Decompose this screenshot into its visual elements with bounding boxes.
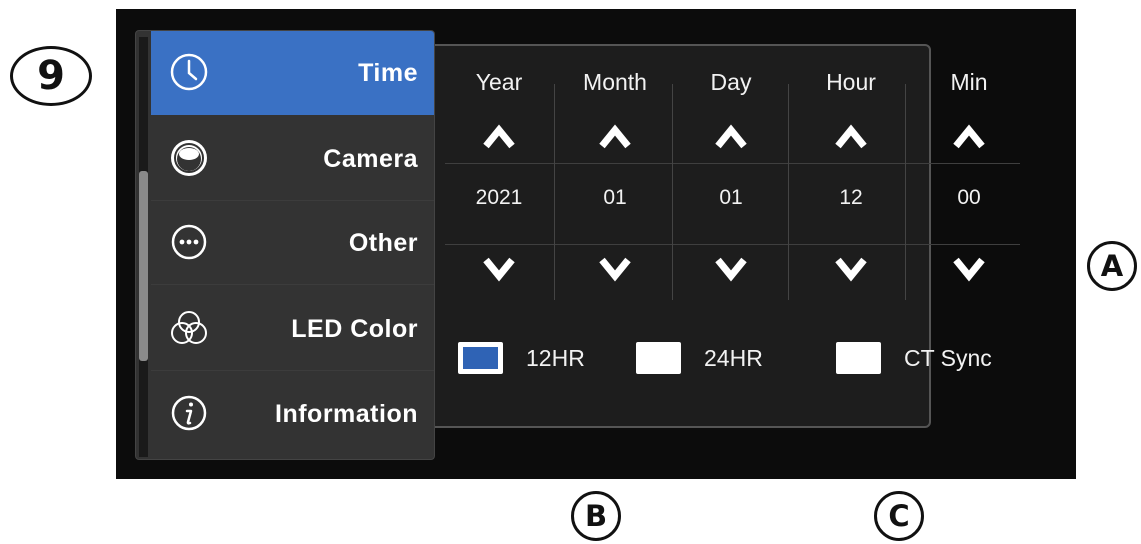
hour-value: 12 (839, 186, 863, 209)
menu-item-information[interactable]: Information (151, 372, 434, 456)
clock-icon (170, 53, 208, 91)
chevron-down-icon (835, 257, 867, 282)
minute-value: 00 (957, 186, 981, 209)
hour-up-button[interactable] (796, 122, 906, 152)
chevron-up-icon (835, 124, 867, 149)
minute-down-button[interactable] (914, 254, 1024, 284)
callout-b: B (571, 491, 621, 541)
year-down-button[interactable] (444, 254, 554, 284)
menu-label-camera: Camera (323, 145, 418, 173)
menu-item-other[interactable]: Other (151, 201, 434, 285)
month-value: 01 (603, 186, 627, 209)
divider (788, 84, 789, 300)
day-down-button[interactable] (676, 254, 786, 284)
hour-down-button[interactable] (796, 254, 906, 284)
day-up-button[interactable] (676, 122, 786, 152)
minute-label: Min (950, 69, 988, 95)
hour-label: Hour (826, 69, 876, 95)
menu-item-led-color[interactable]: LED Color (151, 287, 434, 371)
chevron-up-icon (953, 124, 985, 149)
menu-item-camera[interactable]: Camera (151, 117, 434, 201)
menu-label-led-color: LED Color (291, 315, 418, 343)
info-icon (171, 395, 207, 431)
settings-sidebar: Time Camera Other LED Color Information (135, 30, 435, 460)
chevron-down-icon (599, 257, 631, 282)
chevron-up-icon (599, 124, 631, 149)
24hr-checkbox[interactable] (636, 342, 681, 374)
rgb-circles-icon (171, 311, 207, 344)
divider (672, 84, 673, 300)
divider (554, 84, 555, 300)
more-dots-icon (171, 224, 207, 260)
12hr-checkbox[interactable] (458, 342, 503, 374)
chevron-down-icon (715, 257, 747, 282)
day-label: Day (710, 69, 752, 95)
menu-label-information: Information (275, 400, 418, 428)
menu-label-time: Time (358, 59, 418, 87)
callout-c: C (874, 491, 924, 541)
ct-sync-checkbox[interactable] (836, 342, 881, 374)
camera-lens-icon (171, 140, 207, 176)
chevron-down-icon (483, 257, 515, 282)
chevron-up-icon (715, 124, 747, 149)
chevron-up-icon (483, 124, 515, 149)
year-label: Year (475, 69, 523, 95)
scrollbar-thumb[interactable] (139, 171, 148, 361)
menu-label-other: Other (348, 229, 418, 257)
month-label: Month (583, 69, 647, 95)
ct-sync-label: CT Sync (904, 345, 992, 371)
chevron-down-icon (953, 257, 985, 282)
24hr-label: 24HR (704, 345, 763, 371)
step-number-callout: 9 (10, 46, 92, 106)
menu-item-time[interactable]: Time (151, 31, 434, 115)
month-down-button[interactable] (560, 254, 670, 284)
year-up-button[interactable] (444, 122, 554, 152)
year-value: 2021 (475, 186, 523, 209)
day-value: 01 (719, 186, 743, 209)
minute-up-button[interactable] (914, 122, 1024, 152)
divider (445, 244, 1020, 245)
divider (445, 163, 1020, 164)
month-up-button[interactable] (560, 122, 670, 152)
12hr-label: 12HR (526, 345, 585, 371)
callout-a: A (1087, 241, 1137, 291)
